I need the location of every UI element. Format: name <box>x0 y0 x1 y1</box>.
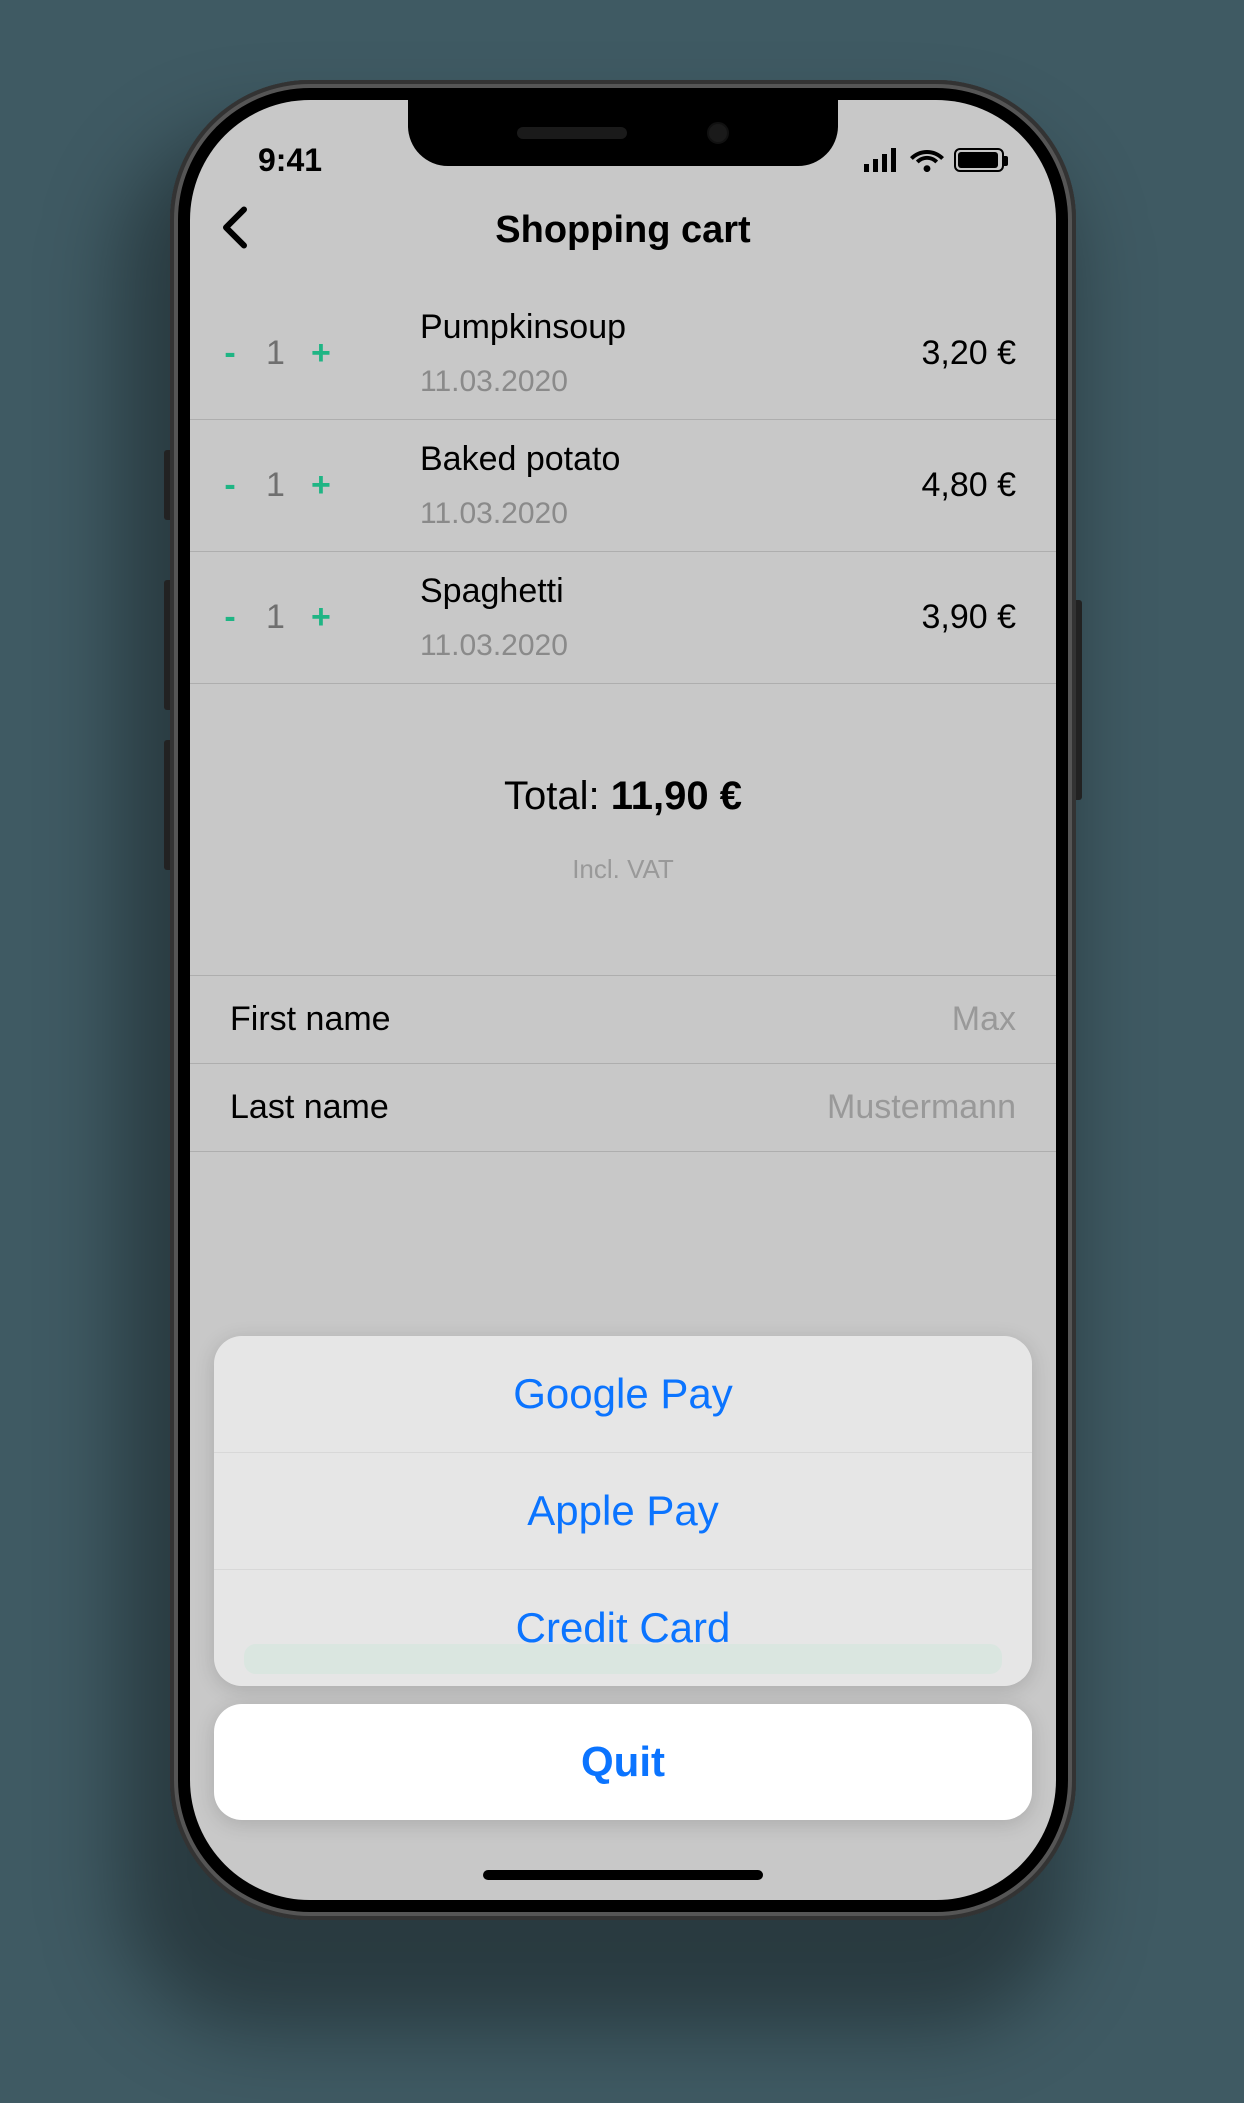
item-date: 11.03.2020 <box>420 629 921 663</box>
item-price: 4,80 € <box>921 466 1016 505</box>
item-name: Pumpkinsoup <box>420 308 921 347</box>
item-date: 11.03.2020 <box>420 365 921 399</box>
pay-option-apple[interactable]: Apple Pay <box>214 1452 1032 1569</box>
quantity-value: 1 <box>266 466 285 505</box>
last-name-label: Last name <box>230 1088 389 1127</box>
last-name-value: Mustermann <box>827 1088 1016 1127</box>
first-name-field[interactable]: First name Max <box>190 975 1056 1064</box>
status-time: 9:41 <box>258 142 322 179</box>
cart-list: - 1 + Pumpkinsoup 11.03.2020 3,20 € - 1 … <box>190 270 1056 684</box>
cart-item: - 1 + Spaghetti 11.03.2020 3,90 € <box>190 551 1056 683</box>
increment-button[interactable]: + <box>311 334 331 373</box>
item-price: 3,20 € <box>921 334 1016 373</box>
decrement-button[interactable]: - <box>220 598 240 637</box>
cart-item: - 1 + Pumpkinsoup 11.03.2020 3,20 € <box>190 288 1056 419</box>
quantity-value: 1 <box>266 334 285 373</box>
quantity-value: 1 <box>266 598 285 637</box>
total-amount: 11,90 € <box>611 774 742 818</box>
item-price: 3,90 € <box>921 598 1016 637</box>
phone-frame: 9:41 Shopping cart - 1 <box>170 80 1076 1920</box>
wifi-icon <box>910 148 944 172</box>
payment-action-sheet: Google Pay Apple Pay Credit Card Quit <box>214 1336 1032 1820</box>
cellular-icon <box>864 148 900 172</box>
decrement-button[interactable]: - <box>220 466 240 505</box>
item-name: Spaghetti <box>420 572 921 611</box>
battery-icon <box>954 148 1004 172</box>
vat-note: Incl. VAT <box>190 854 1056 885</box>
nav-bar: Shopping cart <box>190 190 1056 270</box>
sheet-cancel-button[interactable]: Quit <box>214 1704 1032 1820</box>
home-indicator[interactable] <box>483 1870 763 1880</box>
increment-button[interactable]: + <box>311 598 331 637</box>
first-name-value: Max <box>952 1000 1016 1039</box>
first-name-label: First name <box>230 1000 391 1039</box>
decrement-button[interactable]: - <box>220 334 240 373</box>
screen: 9:41 Shopping cart - 1 <box>190 100 1056 1900</box>
item-name: Baked potato <box>420 440 921 479</box>
back-button[interactable] <box>220 206 248 255</box>
notch <box>408 100 838 166</box>
increment-button[interactable]: + <box>311 466 331 505</box>
cart-item: - 1 + Baked potato 11.03.2020 4,80 € <box>190 419 1056 551</box>
page-title: Shopping cart <box>495 209 750 252</box>
total-block: Total: 11,90 € Incl. VAT <box>190 684 1056 885</box>
item-date: 11.03.2020 <box>420 497 921 531</box>
pay-option-google[interactable]: Google Pay <box>214 1336 1032 1452</box>
total-label: Total: <box>504 774 611 818</box>
pay-option-credit-card[interactable]: Credit Card <box>214 1569 1032 1686</box>
last-name-field[interactable]: Last name Mustermann <box>190 1064 1056 1152</box>
